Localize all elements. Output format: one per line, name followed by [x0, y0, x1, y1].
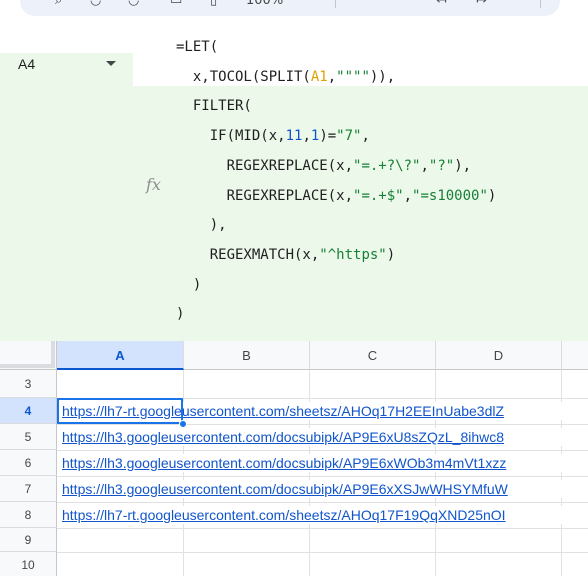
gridline [57, 528, 588, 529]
formula-line-1[interactable]: =LET( [176, 38, 218, 56]
cell-a5-link[interactable]: https://lh3.googleusercontent.com/docsub… [62, 428, 588, 446]
gridline [309, 370, 310, 576]
row-header-5[interactable]: 5 [0, 424, 57, 450]
cell-a7-link[interactable]: https://lh3.googleusercontent.com/docsub… [62, 480, 588, 498]
gridline [57, 502, 588, 503]
name-box-value[interactable]: A4 [18, 55, 35, 73]
row-header-7[interactable]: 7 [0, 476, 57, 502]
formula-line-3[interactable]: FILTER( [176, 97, 252, 115]
gridline [57, 424, 588, 425]
column-header-d[interactable]: D [436, 341, 562, 370]
column-header-e[interactable] [562, 341, 588, 370]
row-header-3[interactable]: 3 [0, 370, 57, 398]
row-header-10[interactable]: 10 [0, 552, 57, 576]
select-all-corner[interactable] [0, 341, 57, 370]
gridline [561, 370, 562, 576]
fill-handle[interactable] [179, 420, 187, 428]
gridline [435, 370, 436, 576]
sheet-grid[interactable]: A B C D 3 4 5 6 7 8 9 10 https://lh7-rt.… [0, 341, 588, 576]
row-header-8[interactable]: 8 [0, 502, 57, 528]
name-box[interactable]: A4 [0, 53, 133, 86]
gridline [57, 552, 588, 553]
cell-a6-link[interactable]: https://lh3.googleusercontent.com/docsub… [62, 454, 588, 472]
undo-icon[interactable]: ◡ [90, 0, 101, 8]
row-header-4[interactable]: 4 [0, 398, 57, 424]
fx-icon: fx [146, 175, 161, 194]
paint-format-icon[interactable]: ▯ [210, 0, 217, 8]
chevron-down-icon[interactable]: ˅ [398, 0, 405, 8]
formula-line-2[interactable]: x,TOCOL(SPLIT(A1,"""")), [176, 68, 395, 86]
formula-line-5[interactable]: REGEXREPLACE(x,"=.+?\?","?"), [176, 157, 471, 175]
formula-line-7[interactable]: ), [176, 216, 227, 234]
redo-icon[interactable]: ◡ [128, 0, 139, 8]
formula-line-4[interactable]: IF(MID(x,11,1)="7", [176, 127, 370, 145]
chevron-down-icon[interactable] [106, 61, 116, 66]
format-icon[interactable]: ↦ [476, 0, 487, 8]
column-header-c[interactable]: C [310, 341, 436, 370]
formula-line-6[interactable]: REGEXREPLACE(x,"=.+$","=s10000") [176, 187, 497, 205]
active-cell-border [57, 398, 183, 424]
column-header-b[interactable]: B [184, 341, 310, 370]
bold-icon[interactable]: ↤ [436, 0, 447, 8]
gridline [57, 450, 588, 451]
search-icon[interactable]: ⌕ [55, 0, 62, 8]
column-header-a[interactable]: A [57, 341, 184, 370]
formula-bar: A4 fx =LET( x,TOCOL(SPLIT(A1,"""")), FIL… [0, 18, 588, 341]
zoom-value[interactable]: 100% [246, 0, 283, 8]
cell-a8-link[interactable]: https://lh7-rt.googleusercontent.com/she… [62, 506, 588, 524]
toolbar-divider [335, 0, 336, 8]
freeze-handle[interactable] [0, 341, 55, 368]
formula-line-10[interactable]: ) [176, 305, 184, 323]
formula-line-8[interactable]: REGEXMATCH(x,"^https") [176, 246, 395, 264]
row-header-6[interactable]: 6 [0, 450, 57, 476]
toolbar: ⌕ ◡ ◡ ▭ ▯ 100% ˅ ↤ ↦ [0, 0, 588, 18]
gridline [57, 476, 588, 477]
formula-left-gutter [0, 86, 133, 341]
row-header-9[interactable]: 9 [0, 528, 57, 552]
gridline [183, 370, 184, 576]
toolbar-divider [540, 0, 541, 8]
formula-line-9[interactable]: ) [176, 276, 201, 294]
print-icon[interactable]: ▭ [170, 0, 182, 8]
